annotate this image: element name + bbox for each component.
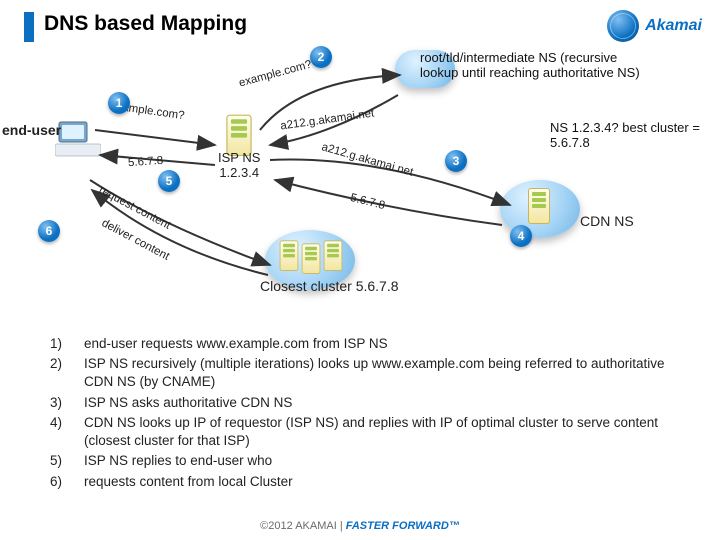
step-text: ISP NS recursively (multiple iterations)… [84, 355, 690, 391]
cdn-ns-label: CDN NS [580, 213, 634, 229]
step-marker-2: 2 [310, 46, 332, 68]
cdn-ns-server-icon [528, 188, 550, 224]
step-num: 2) [50, 355, 84, 391]
footer: ©2012 AKAMAI | FASTER FORWARD™ [0, 520, 720, 532]
header-accent-bar [24, 12, 34, 42]
step-num: 6) [50, 473, 84, 491]
step-text: CDN NS looks up IP of requestor (ISP NS)… [84, 414, 690, 450]
step-row: 6)requests content from local Cluster [50, 473, 690, 491]
step-num: 5) [50, 452, 84, 470]
root-ns-note: root/tld/intermediate NS (recursive look… [420, 50, 650, 80]
step-marker-1: 1 [108, 92, 130, 114]
closest-cluster-label: Closest cluster 5.6.7.8 [260, 278, 399, 294]
arrow-label-cdn-isp: 5.6.7.8 [349, 192, 386, 212]
step-row: 2)ISP NS recursively (multiple iteration… [50, 355, 690, 391]
step-row: 4)CDN NS looks up IP of requestor (ISP N… [50, 414, 690, 450]
arrow-label-isp-user: 5.6.7.8 [128, 155, 164, 169]
page-title: DNS based Mapping [44, 12, 247, 36]
brand-text: Akamai [645, 17, 702, 35]
step-marker-4: 4 [510, 225, 532, 247]
isp-ns-ip: 1.2.3.4 [218, 165, 260, 180]
arrow-label-isp-cdn: a212.g.akamai.net [320, 141, 414, 179]
step-row: 1)end-user requests www.example.com from… [50, 335, 690, 353]
step-text: ISP NS asks authoritative CDN NS [84, 394, 690, 412]
cluster-server-icon [324, 240, 343, 271]
isp-ns-name: ISP NS [218, 150, 260, 165]
cluster-server-icon [280, 240, 299, 271]
globe-icon [607, 10, 639, 42]
step-marker-3: 3 [445, 150, 467, 172]
steps-list: 1)end-user requests www.example.com from… [50, 335, 690, 493]
end-user-workstation-icon [55, 120, 101, 163]
dns-mapping-diagram: 1 2 3 4 5 6 example.com? example.com? a2… [0, 50, 720, 315]
brand-logo: Akamai [607, 10, 702, 42]
end-user-label: end-user [2, 122, 61, 138]
step-marker-5: 5 [158, 170, 180, 192]
step-num: 4) [50, 414, 84, 450]
step-text: end-user requests www.example.com from I… [84, 335, 690, 353]
step-text: ISP NS replies to end-user who [84, 452, 690, 470]
step-text: requests content from local Cluster [84, 473, 690, 491]
step-row: 5)ISP NS replies to end-user who [50, 452, 690, 470]
step-marker-6: 6 [38, 220, 60, 242]
step-row: 3)ISP NS asks authoritative CDN NS [50, 394, 690, 412]
arrow-label-isp-root: example.com? [238, 59, 313, 90]
step-num: 3) [50, 394, 84, 412]
cluster-server-icon [302, 243, 321, 274]
step-num: 1) [50, 335, 84, 353]
footer-tagline: FASTER FORWARD™ [346, 520, 460, 532]
best-cluster-note: NS 1.2.3.4? best cluster = 5.6.7.8 [550, 120, 710, 150]
footer-copyright: ©2012 AKAMAI | [260, 520, 346, 532]
arrow-label-root-isp: a212.g.akamai.net [280, 107, 375, 132]
arrows-layer [0, 50, 720, 315]
isp-ns-label: ISP NS 1.2.3.4 [218, 150, 260, 180]
